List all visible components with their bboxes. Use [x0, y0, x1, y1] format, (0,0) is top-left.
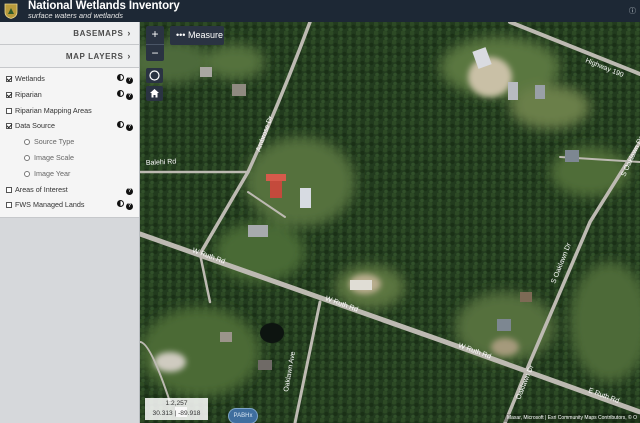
layer-label: Wetlands [15, 74, 45, 83]
opacity-icon[interactable] [117, 74, 124, 81]
radio-image-scale[interactable] [24, 154, 30, 161]
layer-label: Source Type [34, 137, 75, 147]
radio-source-type[interactable] [24, 139, 30, 146]
layer-areas-of-interest[interactable]: Areas of Interest ? [0, 182, 139, 198]
checkbox-wetlands[interactable] [6, 76, 12, 82]
layer-wetlands[interactable]: Wetlands ? [0, 71, 139, 87]
checkbox-riparian[interactable] [6, 91, 12, 98]
help-icon[interactable]: ⓘ [629, 6, 636, 16]
dots-icon: ••• [176, 30, 186, 40]
satellite-imagery: Highway 190 Ambrose Dr Balehi Rd W Ruth … [140, 22, 640, 423]
map-attribution: Maxar, Microsoft | Esri Community Maps C… [503, 414, 640, 422]
map-view[interactable]: Highway 190 Ambrose Dr Balehi Rd W Ruth … [140, 22, 640, 423]
checkbox-data-source[interactable] [6, 123, 12, 130]
measure-button[interactable]: ••• Measure [170, 26, 224, 45]
map-layers-section-toggle[interactable]: MAP LAYERS › [0, 45, 139, 68]
checkbox-areas-of-interest[interactable] [6, 186, 12, 193]
pond [260, 323, 284, 343]
map-layers-label: MAP LAYERS [65, 52, 124, 61]
zoom-in-button[interactable]: + [146, 26, 164, 44]
checkbox-fws-managed-lands[interactable] [6, 202, 12, 209]
checkbox-riparian-mapping-areas[interactable] [6, 107, 12, 114]
chevron-right-icon: › [127, 28, 131, 38]
layer-label: Image Year [34, 168, 71, 178]
layer-image-scale[interactable]: Image Scale [0, 150, 139, 166]
home-button[interactable] [146, 86, 163, 101]
layer-label: Riparian [15, 89, 42, 99]
usfws-shield-icon[interactable] [4, 3, 18, 19]
scale-ratio: 1:2,257 [165, 400, 188, 407]
opacity-icon[interactable] [117, 200, 124, 208]
home-icon [150, 89, 159, 98]
coordinate-readout: 30.313 | -89.918 [152, 410, 201, 417]
layer-label: Data Source [15, 121, 55, 131]
layer-riparian[interactable]: Riparian ? [0, 87, 139, 103]
info-icon[interactable]: ? [126, 187, 133, 195]
basemaps-label: BASEMAPS [73, 29, 124, 38]
layer-label: Image Scale [34, 152, 74, 162]
layer-label: Riparian Mapping Areas [15, 105, 92, 115]
opacity-icon[interactable] [117, 89, 124, 97]
target-icon [149, 70, 160, 81]
layer-riparian-mapping-areas[interactable]: Riparian Mapping Areas [0, 103, 139, 119]
layer-data-source[interactable]: Data Source ? [0, 118, 139, 134]
info-icon[interactable]: ? [126, 203, 133, 211]
scale-readout: 1:2,257 30.313 | -89.918 [145, 398, 208, 420]
locate-button[interactable] [146, 68, 163, 83]
app-header: National Wetlands Inventory surface wate… [0, 0, 640, 22]
info-icon[interactable]: ? [126, 124, 133, 132]
layer-fws-managed-lands[interactable]: FWS Managed Lands ? [0, 197, 139, 213]
layer-image-year[interactable]: Image Year [0, 166, 139, 182]
chevron-right-icon: › [127, 51, 131, 61]
opacity-icon[interactable] [117, 121, 124, 129]
radio-image-year[interactable] [24, 170, 30, 177]
sidebar: BASEMAPS › MAP LAYERS › Wetlands ? Riparia… [0, 22, 140, 423]
info-icon[interactable]: ? [126, 92, 133, 100]
layer-list: Wetlands ? Riparian ? Riparian Mapping A… [0, 68, 139, 219]
zoom-control: + − [146, 26, 164, 61]
measure-label: Measure [187, 30, 223, 40]
wetland-code-badge[interactable]: PABHx [228, 408, 258, 423]
zoom-out-button[interactable]: − [146, 43, 164, 62]
info-icon[interactable]: ? [126, 77, 133, 84]
layer-source-type[interactable]: Source Type [0, 134, 139, 150]
layer-label: Areas of Interest [15, 184, 68, 194]
app-subtitle: surface waters and wetlands [28, 11, 124, 20]
basemaps-section-toggle[interactable]: BASEMAPS › [0, 22, 139, 45]
layer-label: FWS Managed Lands [15, 200, 85, 210]
